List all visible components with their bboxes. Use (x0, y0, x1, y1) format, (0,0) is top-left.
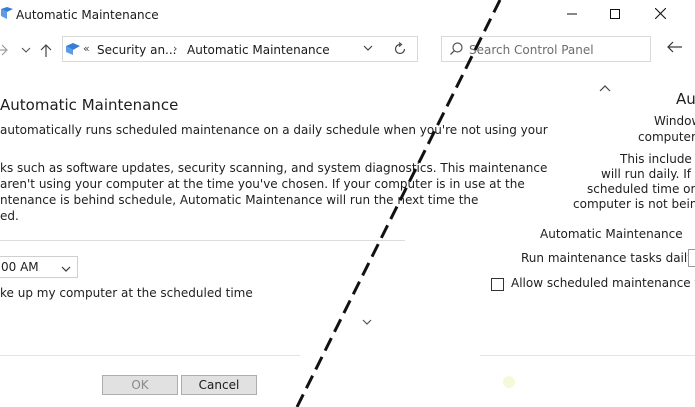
dashed-overlay (295, 0, 502, 407)
